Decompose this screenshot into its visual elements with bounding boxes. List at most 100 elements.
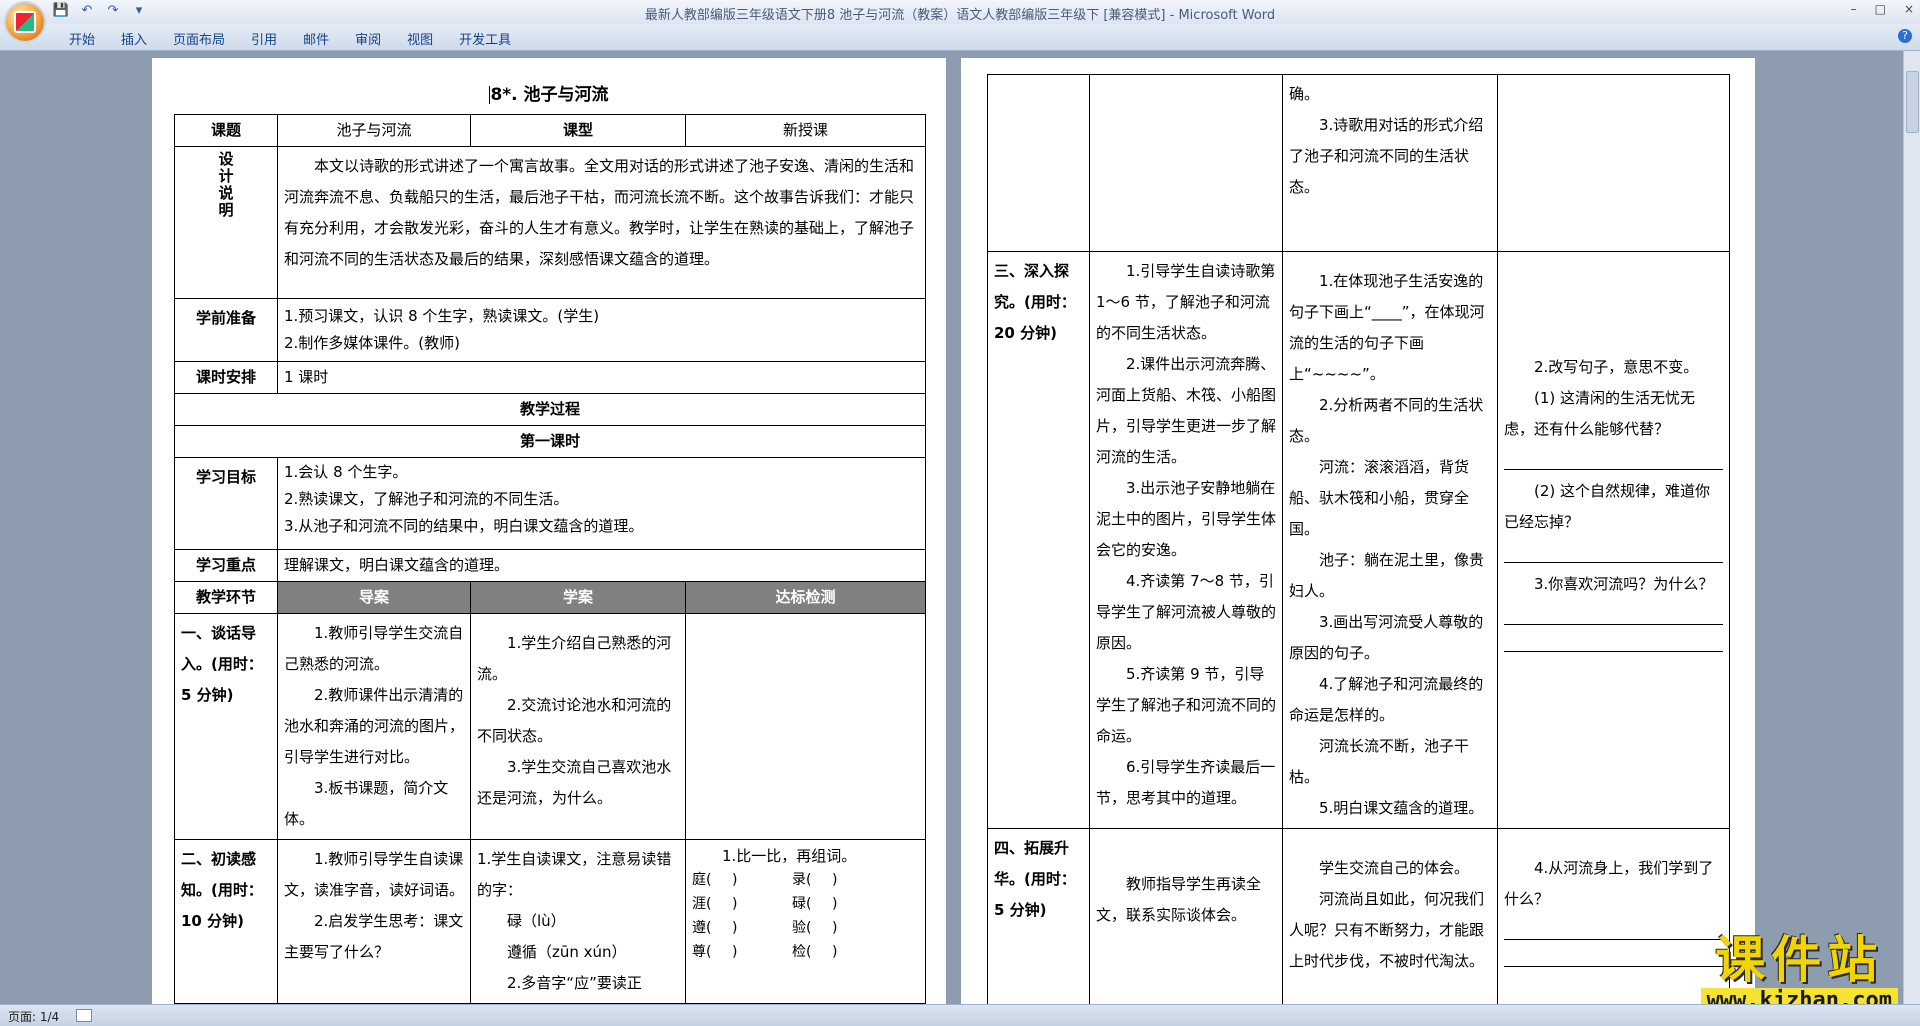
tab-references[interactable]: 引用 (238, 29, 290, 48)
list-item: 河流长流不断，池子干枯。 (1289, 737, 1470, 786)
pair-char: 遵( (692, 920, 712, 936)
pair-blank[interactable]: ) (832, 868, 892, 892)
lesson-plan-table: 课题 池子与河流 课型 新授课 设计说明 本文以诗歌的形式讲述了一个寓言故事。全… (174, 114, 926, 1004)
list-item: 2.制作多媒体课件。(教师) (284, 334, 461, 352)
pair-blank[interactable]: ) (732, 916, 792, 940)
preparation-cell: 1.预习课文，认识 8 个生字，熟读课文。(学生) 2.制作多媒体课件。(教师) (277, 298, 926, 362)
list-item: 碌（lù） (507, 912, 566, 930)
list-item: 2.课件出示河流奔腾、河面上货船、木筏、小船图片，引导学生更进一步了解河流的生活… (1096, 355, 1277, 466)
pair-blank[interactable]: ) (832, 892, 892, 916)
close-button[interactable]: × (1904, 2, 1914, 16)
list-item: 1.在体现池子生活安逸的句子下画上“____”，在体现河流的生活的句子下画上“~… (1289, 272, 1485, 383)
pair-blank[interactable]: ) (832, 940, 892, 964)
label-goals: 学习目标 (174, 457, 278, 550)
ribbon: 开始 插入 页面布局 引用 邮件 审阅 视图 开发工具 ? (0, 24, 1920, 51)
list-item: 3.画出写河流受人尊敬的原因的句子。 (1289, 613, 1484, 662)
pair-blank[interactable]: ) (732, 892, 792, 916)
guide-cell: 1.引导学生自读诗歌第 1～6 节，了解池子和河流的不同生活状态。 2.课件出示… (1089, 251, 1283, 829)
lesson-title: 池子与河流 (277, 114, 471, 147)
list-item: 遵循（zūn xún） (507, 943, 627, 961)
pair-char: 尊( (692, 944, 712, 960)
pair-blank[interactable]: ) (732, 940, 792, 964)
list-item: 5.齐读第 9 节，引导学生了解池子和河流不同的命运。 (1096, 665, 1277, 745)
table-row: 课时安排 1 课时 (174, 361, 926, 394)
watermark-logo: 课件站 www.kjzhan.com (1700, 932, 1898, 1013)
schedule-value: 1 课时 (277, 361, 926, 394)
learn-cell: 1.学生自读课文，注意易读错的字： 碌（lù） 遵循（zūn xún） 2.多音… (470, 839, 686, 1004)
tab-review[interactable]: 审阅 (342, 29, 394, 48)
check-cell (685, 613, 926, 840)
list-item: 1.预习课文，认识 8 个生字，熟读课文。(学生) (284, 307, 600, 325)
scrollbar-thumb[interactable] (1906, 71, 1919, 133)
list-item: (1) 这清闲的生活无忧无虑，还有什么能够代替？ (1504, 389, 1696, 438)
learn-cell: 1.在体现池子生活安逸的句子下画上“____”，在体现河流的生活的句子下画上“~… (1282, 251, 1498, 829)
answer-line[interactable] (1504, 542, 1723, 563)
pair-blank[interactable]: ) (732, 868, 792, 892)
tab-developer[interactable]: 开发工具 (446, 29, 524, 48)
list-item: 3.你喜欢河流吗？为什么？ (1534, 575, 1714, 593)
pair-char: 检( (792, 944, 812, 960)
list-item: 2.改写句子，意思不变。 (1534, 358, 1699, 376)
label-design: 设计说明 (174, 146, 278, 299)
check-cell: 2.改写句子，意思不变。 (1) 这清闲的生活无忧无虑，还有什么能够代替？ (2… (1497, 251, 1730, 829)
list-item: 池子：躺在泥土里，像贵妇人。 (1289, 551, 1485, 600)
word-pair-grid: 庭() 录() 涯() 碌() 遵() 验() 尊() 检() (692, 868, 919, 964)
list-item: 1.学生介绍自己熟悉的河流。 (477, 634, 672, 683)
list-item: 2.熟读课文，了解池子和河流的不同生活。 (284, 490, 569, 508)
table-row: 确。 3.诗歌用对话的形式介绍了池子和河流不同的生活状态。 (987, 74, 1730, 252)
lesson-type: 新授课 (685, 114, 926, 147)
proofing-icon[interactable] (76, 1009, 92, 1022)
pair-char: 录( (792, 872, 812, 888)
document-page-left[interactable]: 8*. 池子与河流 课题 池子与河流 课型 新授课 设计说明 本文以诗歌的形式讲… (152, 58, 946, 1018)
table-row: 第一课时 (174, 425, 926, 458)
answer-line[interactable] (1504, 919, 1723, 940)
label-focus: 学习重点 (174, 549, 278, 582)
list-item: 6.引导学生齐读最后一节，思考其中的道理。 (1096, 758, 1276, 807)
document-page-right[interactable]: 确。 3.诗歌用对话的形式介绍了池子和河流不同的生活状态。 三、深入探究。(用时… (961, 58, 1755, 1018)
table-row: 教学环节 导案 学案 达标检测 (174, 581, 926, 614)
page-indicator[interactable]: 页面: 1/4 (8, 1008, 59, 1025)
table-row: 四、拓展升华。(用时：5 分钟) 教师指导学生再读全文，联系实际谈体会。 学生交… (987, 828, 1730, 1018)
table-row: 课题 池子与河流 课型 新授课 (174, 114, 926, 147)
answer-line[interactable] (1504, 946, 1723, 967)
check-cell: 1.比一比，再组词。 庭() 录() 涯() 碌() 遵() 验() 尊() 检() (685, 839, 926, 1004)
list-item: 2.多音字“应”要读正 (507, 974, 642, 992)
window-controls: – □ × (1851, 2, 1914, 16)
table-row: 学前准备 1.预习课文，认识 8 个生字，熟读课文。(学生) 2.制作多媒体课件… (174, 298, 926, 362)
list-item: 3.学生交流自己喜欢池水还是河流，为什么。 (477, 758, 672, 807)
list-item: 1.会认 8 个生字。 (284, 463, 408, 481)
tab-insert[interactable]: 插入 (108, 29, 160, 48)
column-header-guide: 导案 (277, 581, 471, 614)
table-row: 学习重点 理解课文，明白课文蕴含的道理。 (174, 549, 926, 582)
tab-mailings[interactable]: 邮件 (290, 29, 342, 48)
help-icon[interactable]: ? (1898, 29, 1912, 43)
learn-cell: 学生交流自己的体会。 河流尚且如此，何况我们人呢？只有不断努力，才能跟上时代步伐… (1282, 828, 1498, 1018)
column-header-learn: 学案 (470, 581, 686, 614)
tab-page-layout[interactable]: 页面布局 (160, 29, 238, 48)
pair-blank[interactable]: ) (832, 916, 892, 940)
vertical-scrollbar[interactable] (1903, 51, 1920, 1004)
list-item: 1.学生自读课文，注意易读错的字： (477, 850, 672, 899)
label-lesson: 课题 (174, 114, 278, 147)
office-button[interactable] (6, 3, 44, 41)
answer-line[interactable] (1504, 449, 1723, 470)
label-schedule: 课时安排 (174, 361, 278, 394)
list-item: 2.启发学生思考：课文主要写了什么？ (284, 912, 464, 961)
maximize-button[interactable]: □ (1875, 2, 1886, 16)
list-item: 河流尚且如此，何况我们人呢？只有不断努力，才能跟上时代步伐，不被时代淘汰。 (1289, 890, 1485, 970)
answer-line[interactable] (1504, 631, 1723, 652)
answer-line[interactable] (1504, 604, 1723, 625)
list-item: 3.诗歌用对话的形式介绍了池子和河流不同的生活状态。 (1289, 116, 1484, 196)
list-item: 4.了解池子和河流最终的命运是怎样的。 (1289, 675, 1484, 724)
learn-cell: 确。 3.诗歌用对话的形式介绍了池子和河流不同的生活状态。 (1282, 74, 1498, 252)
ribbon-tabs: 开始 插入 页面布局 引用 邮件 审阅 视图 开发工具 (56, 29, 524, 48)
list-item: 1.引导学生自读诗歌第 1～6 节，了解池子和河流的不同生活状态。 (1096, 262, 1276, 342)
list-item: (2) 这个自然规律，难道你已经忘掉？ (1504, 482, 1711, 531)
tab-view[interactable]: 视图 (394, 29, 446, 48)
tab-home[interactable]: 开始 (56, 29, 108, 48)
list-item: 2.分析两者不同的生活状态。 (1289, 396, 1484, 445)
list-item: 1.教师引导学生自读课文，读准字音，读好词语。 (284, 850, 465, 899)
minimize-button[interactable]: – (1851, 2, 1857, 16)
list-item: 2.教师课件出示清清的池水和奔涌的河流的图片，引导学生进行对比。 (284, 686, 465, 766)
office-logo-icon (14, 11, 36, 33)
